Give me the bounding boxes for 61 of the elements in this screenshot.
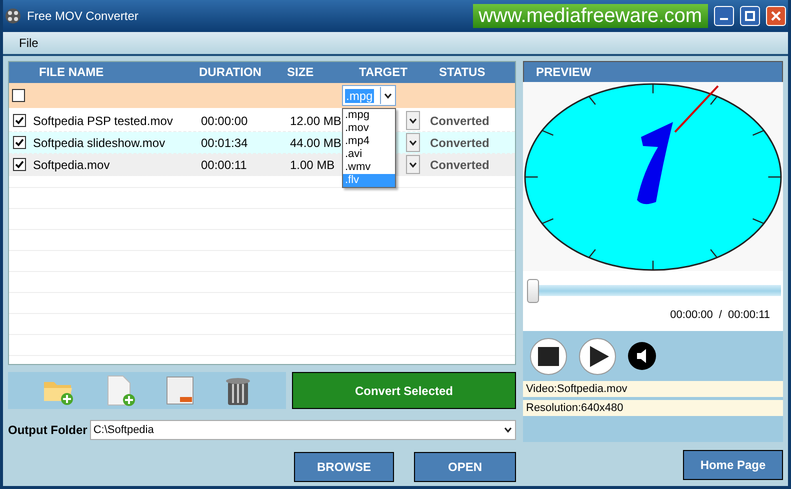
select-all-checkbox[interactable] <box>12 89 25 102</box>
stop-icon[interactable] <box>530 338 567 374</box>
file-name-cell-text: Softpedia.mov <box>32 158 111 172</box>
column-header: DURATION <box>199 64 262 81</box>
maximize-button[interactable] <box>740 6 760 26</box>
dropdown-option[interactable]: .mpg <box>343 109 395 122</box>
dropdown-option[interactable]: .mp4 <box>343 135 395 148</box>
dropdown-option[interactable]: .wmv <box>343 161 395 174</box>
add-file-icon[interactable] <box>106 374 136 406</box>
dropdown-option[interactable]: .avi <box>343 148 395 161</box>
open-button[interactable]: OPEN <box>414 452 516 482</box>
column-header: STATUS <box>439 64 486 81</box>
remove-item-icon[interactable] <box>166 376 194 406</box>
checkmark-icon <box>14 116 24 125</box>
column-header: TARGET <box>359 64 408 81</box>
close-icon <box>771 11 781 21</box>
window-title: Free MOV Converter <box>27 9 140 23</box>
duration-cell-text: 00:00:11 <box>200 158 248 172</box>
row-checkbox[interactable] <box>12 136 26 149</box>
home-page-button[interactable]: Home Page <box>683 450 783 480</box>
total-time: 00:00:11 <box>728 309 770 321</box>
convert-selected-button[interactable]: Convert Selected <box>292 372 516 409</box>
info-text: Resolution:640x480 <box>523 400 783 416</box>
status-cell-text: Converted <box>429 158 490 172</box>
dropdown-arrow-button[interactable] <box>406 111 420 130</box>
caret-icon <box>409 162 417 168</box>
file-name-cell-text: Softpedia slideshow.mov <box>32 136 166 150</box>
current-time: 00:00:00 <box>670 309 713 321</box>
film-reel-icon <box>5 8 21 24</box>
duration-cell-text: 00:01:34 <box>200 136 249 150</box>
checkmark-icon <box>14 138 24 147</box>
column-header: SIZE <box>287 64 315 81</box>
slider-thumb[interactable] <box>527 279 539 303</box>
row-checkbox[interactable] <box>12 114 26 127</box>
caret-icon <box>409 140 417 146</box>
row-checkbox[interactable] <box>12 158 26 171</box>
caret-icon <box>409 118 417 124</box>
menu-item[interactable]: File <box>15 34 42 52</box>
browse-button[interactable]: BROWSE <box>294 452 394 482</box>
caret-icon <box>384 92 392 98</box>
play-icon[interactable] <box>579 338 616 374</box>
trash-icon[interactable] <box>224 376 251 406</box>
caret-icon <box>504 427 512 433</box>
status-cell-text: Converted <box>429 114 490 128</box>
speaker-icon[interactable] <box>628 342 656 370</box>
status-cell-text: Converted <box>429 136 490 150</box>
dropdown-arrow-button[interactable] <box>406 133 420 152</box>
output-folder-label: Output Folder <box>8 423 88 437</box>
info-text: Video:Softpedia.mov <box>523 381 783 397</box>
file-name-cell-text: Softpedia PSP tested.mov <box>32 114 174 128</box>
minimize-button[interactable] <box>714 6 734 26</box>
output-folder-field[interactable]: C:\Softpedia <box>90 420 516 440</box>
dropdown-arrow-button[interactable] <box>406 155 420 174</box>
time-separator: / <box>718 309 722 321</box>
column-header: FILE NAME <box>38 64 105 81</box>
dropdown-option[interactable]: .mov <box>343 122 395 135</box>
preview-header: PREVIEW <box>523 61 783 82</box>
duration-cell-text: 00:00:00 <box>200 114 249 128</box>
close-button[interactable] <box>766 6 786 26</box>
checkmark-icon <box>14 160 24 169</box>
maximize-icon <box>745 11 755 21</box>
